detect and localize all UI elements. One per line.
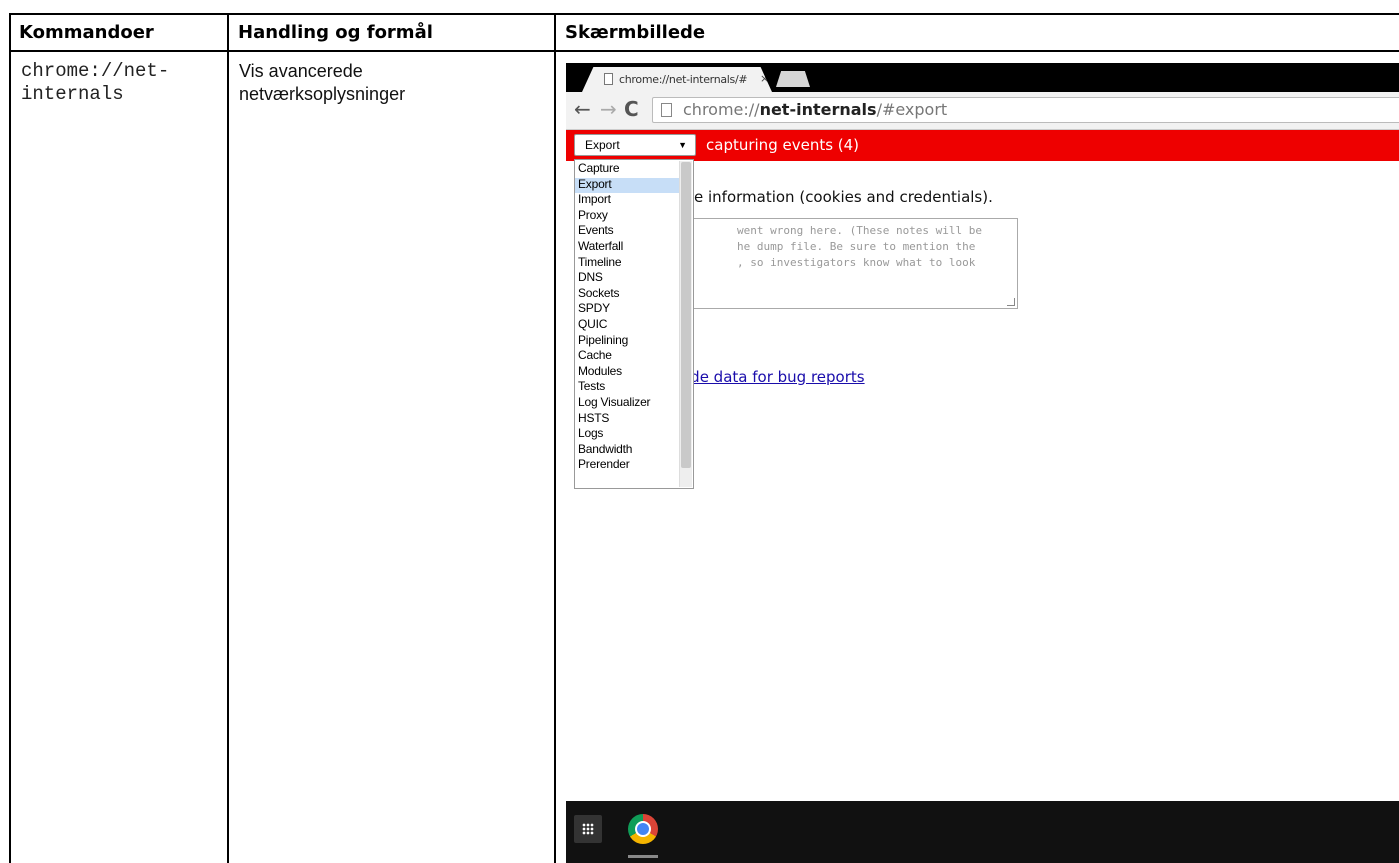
reload-icon[interactable]: C [624, 99, 639, 119]
notes-line-2: he dump file. Be sure to mention the [737, 240, 976, 253]
forward-arrow-icon[interactable]: → [600, 99, 617, 119]
capture-status-text: capturing events (4) [706, 136, 860, 154]
tab-title: chrome://net-internals/# [619, 73, 748, 86]
os-taskbar [566, 801, 1399, 863]
app-launcher-button[interactable] [574, 815, 602, 843]
chrome-icon[interactable] [628, 814, 658, 844]
header-action: Handling og formål [228, 13, 555, 52]
address-bar[interactable]: chrome://net-internals/#export [652, 97, 1399, 123]
dropdown-item-sockets[interactable]: Sockets [575, 286, 679, 303]
dropdown-item-modules[interactable]: Modules [575, 364, 679, 381]
dropdown-item-spdy[interactable]: SPDY [575, 302, 679, 318]
dropdown-item-import[interactable]: Import [575, 193, 679, 209]
caret-down-icon: ▼ [678, 140, 687, 150]
dropdown-item-proxy[interactable]: Proxy [575, 208, 679, 225]
dropdown-item-dns[interactable]: DNS [575, 271, 679, 287]
new-tab-button[interactable] [776, 71, 810, 87]
table-divider-1 [227, 13, 229, 863]
dropdown-item-timeline[interactable]: Timeline [575, 255, 679, 272]
page-icon [661, 103, 672, 117]
notes-textarea[interactable]: went wrong here. (These notes will be he … [676, 218, 1018, 309]
view-select[interactable]: Export ▼ [574, 134, 696, 156]
active-app-indicator [628, 855, 658, 858]
action-line-2: netværksoplysninger [239, 84, 406, 104]
tab-close-icon[interactable]: × [760, 72, 769, 85]
app-grid-icon [582, 823, 594, 835]
page-icon [604, 73, 613, 85]
notes-line-3: , so investigators know what to look [737, 256, 976, 269]
browser-tab[interactable]: chrome://net-internals/# × [582, 67, 772, 92]
dropdown-item-capture[interactable]: Capture [575, 162, 679, 178]
action-cell: Vis avancerede netværksoplysninger [229, 52, 554, 114]
dropdown-scrollbar[interactable] [679, 161, 692, 487]
header-screenshot: Skærmbillede [555, 13, 1399, 52]
capture-status-bar: Export ▼ capturing events (4) [566, 130, 1399, 161]
dropdown-item-hsts[interactable]: HSTS [575, 411, 679, 428]
address-url: chrome://net-internals/#export [683, 100, 948, 119]
dropdown-items: Capture Export Import Proxy Events Waterfall T… [575, 162, 679, 474]
bug-report-link[interactable]: ide data for bug reports [686, 368, 865, 386]
view-select-value: Export [585, 138, 620, 152]
dropdown-item-export[interactable]: Export [575, 177, 679, 194]
embedded-screenshot: chrome://net-internals/# × ← → C chrome:… [566, 63, 1399, 863]
dropdown-item-log-visualizer[interactable]: Log Visualizer [575, 396, 679, 412]
table-border-left [9, 13, 11, 863]
dropdown-item-logs[interactable]: Logs [575, 427, 679, 443]
back-arrow-icon[interactable]: ← [574, 99, 591, 119]
command-line-2: internals [21, 83, 124, 105]
browser-toolbar: ← → C chrome://net-internals/#export [566, 92, 1399, 130]
browser-tab-strip: chrome://net-internals/# × [566, 63, 1399, 92]
dropdown-item-pipelining[interactable]: Pipelining [575, 333, 679, 350]
header-commands: Kommandoer [9, 13, 228, 52]
dropdown-item-cache[interactable]: Cache [575, 349, 679, 365]
command-cell: chrome://net- internals [11, 52, 227, 114]
command-line-1: chrome://net- [21, 60, 170, 82]
dropdown-item-events[interactable]: Events [575, 224, 679, 240]
dropdown-item-tests[interactable]: Tests [575, 380, 679, 396]
dropdown-item-waterfall[interactable]: Waterfall [575, 240, 679, 256]
dropdown-item-prerender[interactable]: Prerender [575, 458, 679, 474]
notes-line-1: went wrong here. (These notes will be [737, 224, 983, 237]
view-dropdown-list[interactable]: Capture Export Import Proxy Events Waterfall T… [574, 159, 694, 489]
scrollbar-thumb[interactable] [681, 162, 691, 468]
action-line-1: Vis avancerede [239, 61, 363, 81]
dropdown-item-quic[interactable]: QUIC [575, 318, 679, 334]
dropdown-item-bandwidth[interactable]: Bandwidth [575, 442, 679, 459]
privacy-text: e information (cookies and credentials). [694, 188, 993, 206]
table-divider-2 [554, 13, 556, 863]
resize-grip-icon[interactable] [1007, 298, 1015, 306]
